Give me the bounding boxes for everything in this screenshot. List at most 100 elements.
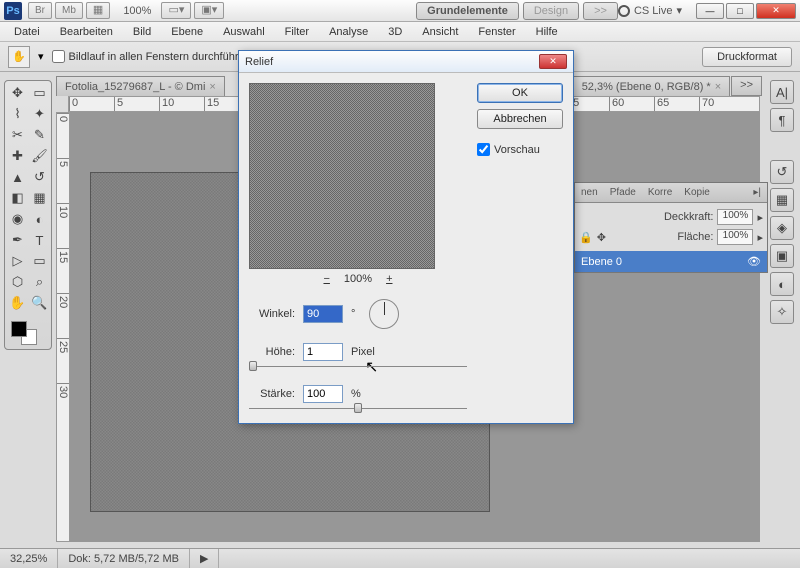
ok-button[interactable]: OK [477,83,563,103]
tool-dodge[interactable]: ◐ [29,209,50,229]
zoom-out-button[interactable]: − [323,273,329,285]
strength-slider[interactable] [249,405,467,413]
workspace-secondary[interactable]: Design [523,2,579,20]
lock-icon[interactable]: 🔒 [579,231,593,244]
chevron-icon[interactable]: ▸ [757,211,763,224]
angle-input[interactable] [303,305,343,323]
layer-row[interactable]: Ebene 0 👁 [575,251,767,272]
angle-dial[interactable] [369,299,399,329]
tool-move[interactable]: ✥ [7,83,28,103]
tool-path[interactable]: ▷ [7,251,28,271]
bridge-button[interactable]: Br [28,2,52,19]
fg-color-swatch[interactable] [11,321,27,337]
current-tool-icon[interactable]: ✋ [8,46,30,68]
tool-gradient[interactable]: ▦ [29,188,50,208]
dock-character-icon[interactable]: A| [770,80,794,104]
menu-ansicht[interactable]: Ansicht [414,24,466,40]
filter-preview[interactable] [249,83,435,269]
dialog-title: Relief [245,56,539,68]
tool-history[interactable]: ↺ [29,167,50,187]
tool-type[interactable]: T [29,230,50,250]
workspace-more-icon[interactable]: >> [583,2,618,20]
doc-tab-1[interactable]: Fotolia_15279687_L - © Dmi× [56,76,225,96]
tool-pen[interactable]: ✒ [7,230,28,250]
docs-icon[interactable]: ▦ [86,2,110,19]
status-play-icon[interactable]: ▶ [190,549,219,568]
status-doc[interactable]: Dok: 5,72 MB/5,72 MB [58,549,190,568]
dock-styles-icon[interactable]: ✧ [770,300,794,324]
workspace-primary[interactable]: Grundelemente [416,2,519,20]
tool-brush[interactable]: 🖌 [29,146,50,166]
fill-input[interactable]: 100% [717,229,753,245]
menu-ebene[interactable]: Ebene [163,24,211,40]
tool-crop[interactable]: ✂ [7,125,28,145]
dialog-close-button[interactable]: ✕ [539,54,567,69]
height-input[interactable] [303,343,343,361]
tool-eyedropper[interactable]: ✎ [29,125,50,145]
doc-tab-2[interactable]: 52,3% (Ebene 0, RGB/8) *× [573,76,730,96]
zoom-in-button[interactable]: + [386,273,392,285]
cslive-button[interactable]: CS Live▾ [618,4,682,17]
doc-tabs-overflow[interactable]: >> [731,76,762,96]
tool-wand[interactable]: ✦ [29,104,50,124]
chevron-icon[interactable]: ▸ [757,231,763,244]
menu-3d[interactable]: 3D [380,24,410,40]
close-icon[interactable]: × [715,81,721,93]
tool-stamp[interactable]: ▲ [7,167,28,187]
status-zoom[interactable]: 32,25% [0,549,58,568]
title-zoom[interactable]: 100% [123,5,151,17]
opacity-input[interactable]: 100% [717,209,753,225]
dock-layers-icon[interactable]: ◈ [770,216,794,240]
scroll-all-checkbox[interactable]: Bildlauf in allen Fenstern durchführen [52,50,251,63]
tool-heal[interactable]: ✚ [7,146,28,166]
tool-hand[interactable]: ✋ [7,293,28,313]
close-icon[interactable]: × [209,81,215,93]
window-minimize-button[interactable]: — [696,3,724,19]
tool-marquee[interactable]: ▭ [29,83,50,103]
tool-zoom[interactable]: 🔍 [29,293,50,313]
screen-mode-icon[interactable]: ▣▾ [194,2,224,19]
menu-bild[interactable]: Bild [125,24,159,40]
opacity-label: Deckkraft: [664,211,714,223]
panel-tab-1[interactable]: nen [575,184,604,201]
dock-channels-icon[interactable]: ▣ [770,244,794,268]
menubar: Datei Bearbeiten Bild Ebene Auswahl Filt… [0,22,800,42]
menu-bearbeiten[interactable]: Bearbeiten [52,24,121,40]
window-close-button[interactable]: ✕ [756,3,796,19]
layer-vis-icon[interactable]: 👁 [747,255,761,268]
tool-lasso[interactable]: ⌇ [7,104,28,124]
scroll-all-label: Bildlauf in allen Fenstern durchführen [69,51,251,63]
panel-tab-2[interactable]: Pfade [604,184,642,201]
height-unit: Pixel [351,346,375,358]
window-maximize-button[interactable]: □ [726,3,754,19]
tool-blur[interactable]: ◉ [7,209,28,229]
cancel-button[interactable]: Abbrechen [477,109,563,129]
panel-tab-4[interactable]: Kopie [678,184,716,201]
color-swatches[interactable] [7,319,49,347]
dock-adjust-icon[interactable]: ◐ [770,272,794,296]
move-icon[interactable]: ✥ [597,231,606,244]
print-format-button[interactable]: Druckformat [702,47,792,67]
menu-analyse[interactable]: Analyse [321,24,376,40]
panel-tab-3[interactable]: Korre [642,184,678,201]
panel-overflow-icon[interactable]: ▸| [747,184,767,201]
menu-auswahl[interactable]: Auswahl [215,24,273,40]
preview-checkbox[interactable]: Vorschau [477,143,563,156]
menu-hilfe[interactable]: Hilfe [528,24,566,40]
dock-history-icon[interactable]: ↺ [770,160,794,184]
menu-filter[interactable]: Filter [277,24,317,40]
tool-eraser[interactable]: ◧ [7,188,28,208]
tool-3dcam[interactable]: ⌕ [29,272,50,292]
tool-shape[interactable]: ▭ [29,251,50,271]
dock-paragraph-icon[interactable]: ¶ [770,108,794,132]
minibridge-button[interactable]: Mb [55,2,83,19]
tool-3d[interactable]: ⬡ [7,272,28,292]
tool-preset-icon[interactable]: ▾ [38,50,44,63]
height-slider[interactable] [249,363,467,371]
menu-datei[interactable]: Datei [6,24,48,40]
dialog-titlebar[interactable]: Relief ✕ [239,51,573,73]
dock-swatches-icon[interactable]: ▦ [770,188,794,212]
strength-input[interactable] [303,385,343,403]
menu-fenster[interactable]: Fenster [470,24,523,40]
arrange-icon[interactable]: ▭▾ [161,2,191,19]
